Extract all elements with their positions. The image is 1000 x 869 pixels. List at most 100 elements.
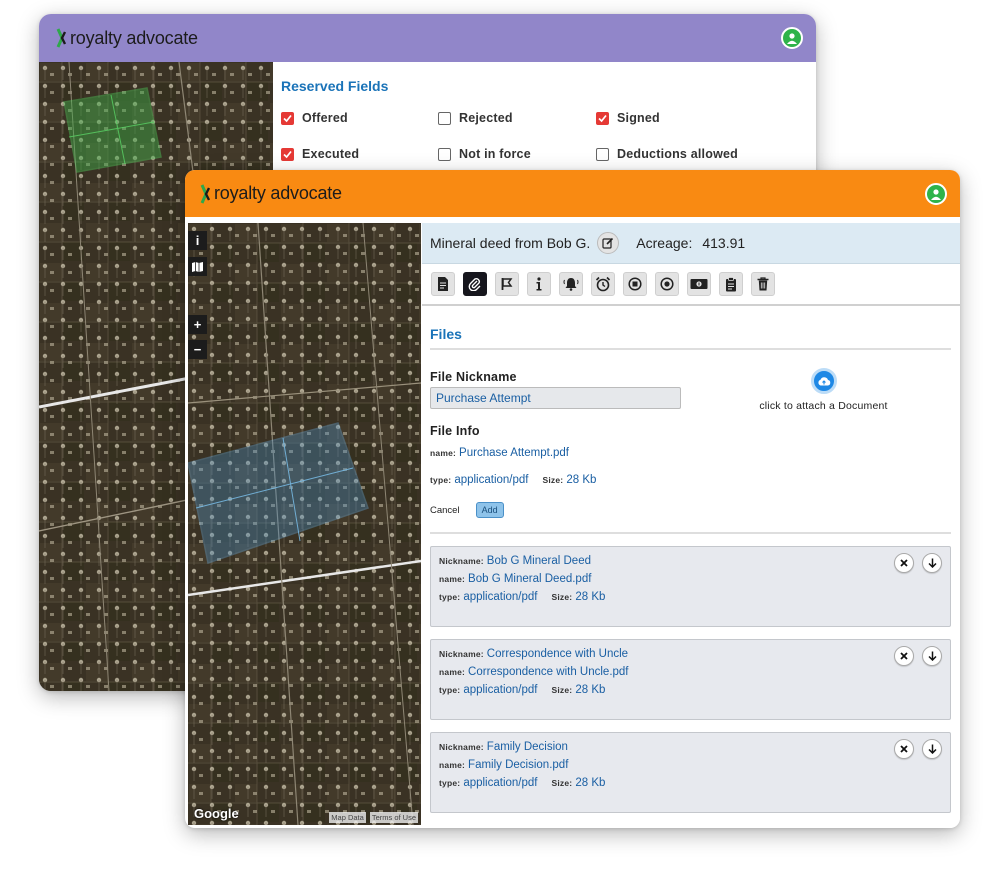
arrow-down-icon (927, 744, 937, 754)
edit-icon (602, 237, 614, 249)
cancel-button[interactable]: Cancel (430, 505, 460, 516)
checkbox-deductions-allowed[interactable]: Deductions allowed (596, 147, 738, 161)
edit-deed-button[interactable] (597, 232, 620, 254)
close-icon (900, 559, 908, 567)
card-nickname-row: Nickname: Correspondence with Uncle (439, 648, 950, 660)
arrow-down-icon (927, 558, 937, 568)
card-nickname-value: Correspondence with Uncle (486, 648, 629, 660)
deed-title: Mineral deed from Bob G. (430, 235, 591, 251)
record-tab-button[interactable] (655, 272, 679, 296)
app-logo[interactable]: royalty advocate (55, 27, 198, 49)
card-type-key: type: (439, 685, 461, 695)
deed-toolbar (422, 264, 960, 306)
payments-tab-button[interactable] (687, 272, 711, 296)
paperclip-icon (468, 278, 481, 291)
checkbox-not-in-force[interactable]: Not in force (438, 147, 596, 161)
info-icon (536, 277, 542, 291)
plus-icon: + (193, 317, 202, 332)
checkbox-offered[interactable]: Offered (281, 111, 438, 125)
info-tab-button[interactable] (527, 272, 551, 296)
file-type-row: type: application/pdf Size: 28 Kb (430, 474, 951, 486)
alerts-tab-button[interactable] (559, 272, 583, 296)
card-size-value: 28 Kb (575, 777, 606, 789)
flag-tab-button[interactable] (495, 272, 519, 296)
checkbox-label: Not in force (459, 147, 531, 161)
money-icon (690, 279, 708, 289)
map-data-link[interactable]: Map Data (329, 812, 366, 823)
deed-header: Mineral deed from Bob G. Acreage: 413.91 (422, 223, 960, 264)
stop-circle-icon (628, 277, 642, 291)
file-card: Nickname: Correspondence with Uncle name:… (430, 639, 951, 720)
file-type-key: type: (430, 475, 452, 485)
map-icon (192, 261, 203, 272)
card-type-row: type: application/pdf Size: 28 Kb (439, 684, 950, 696)
google-logo: Google (194, 806, 239, 821)
minus-icon: − (193, 342, 202, 357)
close-icon (900, 745, 908, 753)
checkbox-executed[interactable]: Executed (281, 147, 438, 161)
zoom-in-button[interactable]: + (188, 315, 207, 334)
stop-tab-button[interactable] (623, 272, 647, 296)
cloud-upload-icon (810, 368, 837, 394)
remove-file-button[interactable] (894, 739, 914, 759)
delete-tab-button[interactable] (751, 272, 775, 296)
logo-mark-icon (200, 183, 211, 204)
deed-detail-panel: Mineral deed from Bob G. Acreage: 413.91… (422, 223, 960, 828)
attach-document-button[interactable]: click to attach a Document (751, 368, 896, 412)
card-type-value: application/pdf (463, 591, 538, 603)
remove-file-button[interactable] (894, 553, 914, 573)
checkbox-signed[interactable]: Signed (596, 111, 660, 125)
add-button[interactable]: Add (475, 502, 504, 518)
zoom-out-button[interactable]: − (188, 340, 207, 359)
card-name-row: name: Correspondence with Uncle.pdf (439, 666, 950, 678)
map-imagery (188, 223, 421, 825)
checkbox-rejected[interactable]: Rejected (438, 111, 596, 125)
card-nickname-key: Nickname: (439, 742, 484, 752)
checkbox-label: Executed (302, 147, 360, 161)
card-type-value: application/pdf (463, 777, 538, 789)
map-attribution: Map Data Terms of Use (329, 812, 418, 823)
card-name-key: name: (439, 760, 466, 770)
files-section-title: Files (430, 326, 951, 350)
card-name-value: Correspondence with Uncle.pdf (468, 666, 629, 678)
user-icon (931, 188, 941, 200)
app-logo[interactable]: royalty advocate (199, 183, 342, 205)
alarm-clock-icon (595, 276, 611, 292)
card-name-row: name: Family Decision.pdf (439, 759, 950, 771)
documents-tab-button[interactable] (431, 272, 455, 296)
map-info-button[interactable]: i (188, 231, 207, 250)
front-app-header: royalty advocate (185, 170, 960, 217)
terms-of-use-link[interactable]: Terms of Use (369, 812, 418, 823)
card-type-row: type: application/pdf Size: 28 Kb (439, 591, 950, 603)
clipboard-tab-button[interactable] (719, 272, 743, 296)
card-nickname-row: Nickname: Family Decision (439, 741, 950, 753)
checkbox-checked-icon (596, 111, 609, 125)
download-file-button[interactable] (922, 646, 942, 666)
card-name-key: name: (439, 574, 466, 584)
user-icon (787, 33, 797, 44)
satellite-map[interactable]: i + − Google Map Data Terms of Use (188, 223, 421, 825)
file-nickname-input[interactable] (430, 387, 681, 409)
user-account-button[interactable] (925, 182, 947, 205)
reserved-fields-panel: Reserved Fields Offered Rejected Signed … (273, 62, 816, 172)
download-file-button[interactable] (922, 553, 942, 573)
checkbox-unchecked-icon (596, 147, 609, 161)
file-info-label: File Info (430, 424, 480, 438)
app-name: royalty advocate (214, 183, 342, 203)
attachments-tab-button[interactable] (463, 272, 487, 296)
user-account-button[interactable] (781, 27, 803, 49)
reminders-tab-button[interactable] (591, 272, 615, 296)
logo-mark-icon (56, 28, 67, 48)
download-file-button[interactable] (922, 739, 942, 759)
card-name-row: name: Bob G Mineral Deed.pdf (439, 573, 950, 585)
flag-icon (501, 278, 513, 290)
card-size-value: 28 Kb (575, 684, 606, 696)
checkbox-label: Signed (617, 111, 660, 125)
record-circle-icon (660, 277, 674, 291)
remove-file-button[interactable] (894, 646, 914, 666)
checkbox-checked-icon (281, 147, 294, 161)
card-size-key: Size: (551, 592, 573, 602)
back-app-header: royalty advocate (39, 14, 816, 62)
map-type-button[interactable] (188, 257, 207, 276)
acreage-value: 413.91 (702, 235, 746, 251)
